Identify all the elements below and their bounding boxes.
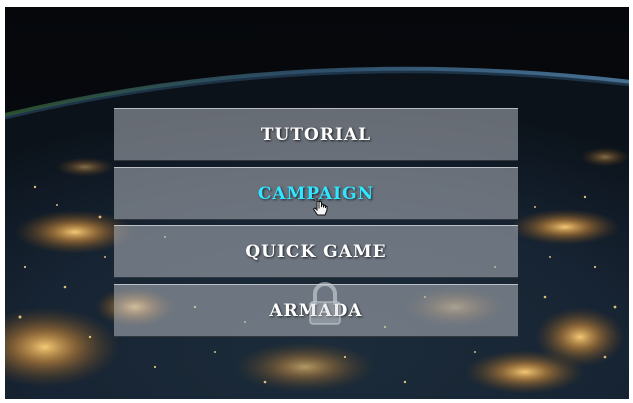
hand-pointer-icon bbox=[312, 198, 328, 216]
quick-game-label: QUICK GAME bbox=[245, 241, 387, 262]
tutorial-label: TUTORIAL bbox=[260, 124, 372, 145]
tutorial-button[interactable]: TUTORIAL bbox=[114, 108, 518, 161]
quick-game-button[interactable]: QUICK GAME bbox=[114, 225, 518, 278]
game-screen: TUTORIAL CAMPAIGN QUICK GAME ARMADA bbox=[5, 7, 629, 399]
padlock-icon bbox=[309, 282, 341, 325]
